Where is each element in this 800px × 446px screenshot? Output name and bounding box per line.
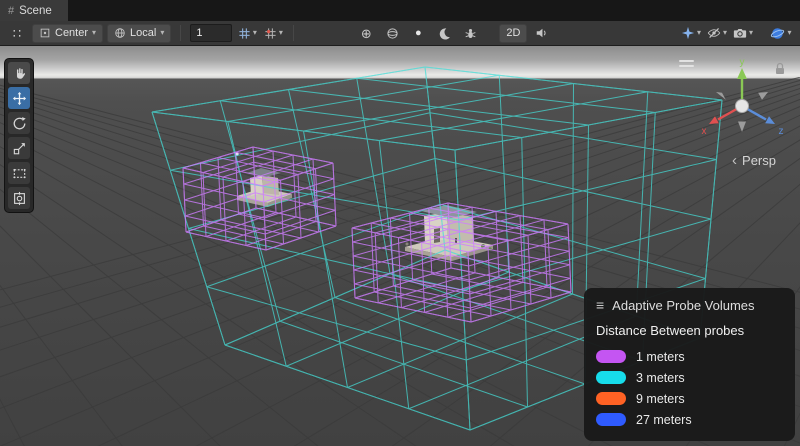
overlay-handle-bar [679, 60, 694, 62]
axis-x-cone[interactable] [709, 116, 719, 124]
legend-label-3m: 3 meters [636, 371, 685, 385]
bug-icon [464, 27, 477, 40]
legend-swatch-9m [596, 392, 626, 405]
dropdown-caret-icon: ▾ [253, 29, 257, 37]
filled-circle-icon: ● [415, 28, 422, 39]
tool-column [4, 58, 34, 213]
chevron-left-icon: ‹ [732, 152, 737, 169]
prop-rock [406, 243, 409, 246]
legend-swatch-1m [596, 350, 626, 363]
legend-row: 3 meters [596, 367, 783, 388]
apv-legend-panel: ≡ Adaptive Probe Volumes Distance Betwee… [584, 288, 795, 441]
legend-label-9m: 9 meters [636, 392, 685, 406]
tool-settings-icon: ∷ [13, 27, 21, 40]
dropdown-caret-icon: ▾ [160, 29, 164, 37]
increment-snap-icon [264, 27, 277, 40]
skybox-toggle[interactable] [381, 23, 403, 43]
projection-label: Persp [742, 153, 776, 168]
unity-scene-view: # Scene ∷ Center ▾ Local ▾ ▾ ▾ [0, 0, 800, 446]
increment-snap-dropdown[interactable]: ▾ [262, 23, 284, 43]
mode-2d-button[interactable]: 2D [499, 24, 527, 43]
rect-tool-icon [12, 166, 27, 181]
overlay-handle-bar [679, 65, 694, 67]
crescent-moon-icon [438, 27, 451, 40]
dropdown-caret-icon: ▾ [697, 29, 701, 37]
dropdown-caret-icon: ▾ [723, 29, 727, 37]
camera-icon [733, 26, 747, 40]
lock-icon[interactable] [774, 62, 786, 75]
sparkle-effects-icon [681, 26, 695, 40]
pivot-mode-label: Center [55, 27, 88, 39]
tool-transform-button[interactable] [8, 187, 30, 209]
tool-rotate-button[interactable] [8, 112, 30, 134]
axis-z-cone[interactable] [765, 116, 775, 124]
camera-settings-dropdown[interactable]: ▾ [732, 23, 754, 43]
scene-tab-icon: # [8, 5, 14, 17]
toolbar-separator [180, 25, 181, 41]
grid-snap-dropdown[interactable]: ▾ [236, 23, 258, 43]
speaker-icon [535, 26, 549, 40]
hamburger-icon: ≡ [596, 297, 604, 313]
tool-hand-button[interactable] [8, 62, 30, 84]
orientation-label: Local [130, 27, 156, 39]
pivot-mode-dropdown[interactable]: Center ▾ [32, 24, 103, 43]
tool-settings-button[interactable]: ∷ [6, 23, 28, 43]
dropdown-caret-icon: ▾ [749, 29, 753, 37]
globe-icon [114, 27, 126, 39]
tool-rect-button[interactable] [8, 162, 30, 184]
transform-icon [12, 191, 27, 206]
legend-label-27m: 27 meters [636, 413, 692, 427]
dropdown-caret-icon: ▾ [787, 29, 791, 37]
render-doc-toggle[interactable]: ⊕ [355, 23, 377, 43]
legend-row: 1 meters [596, 346, 783, 367]
move-icon [12, 91, 27, 106]
tab-scene-label: Scene [19, 5, 52, 17]
hand-icon [12, 66, 27, 81]
dropdown-caret-icon: ▾ [92, 29, 96, 37]
apv-legend-header[interactable]: ≡ Adaptive Probe Volumes [596, 297, 783, 313]
apv-legend-title: Adaptive Probe Volumes [612, 298, 754, 313]
projection-toggle[interactable]: ‹ Persp [732, 152, 776, 169]
axis-z-label: z [779, 126, 784, 137]
scene-toolbar: ∷ Center ▾ Local ▾ ▾ ▾ ⊕ [0, 21, 800, 46]
pivot-icon [39, 27, 51, 39]
legend-swatch-27m [596, 413, 626, 426]
gizmo-sphere-icon [770, 26, 785, 41]
tab-strip: # Scene [0, 0, 800, 21]
tab-scene[interactable]: # Scene [0, 0, 68, 21]
axis-y-cone[interactable] [737, 68, 747, 79]
lighting-toggle[interactable]: ● [407, 23, 429, 43]
crosshair-circle-icon: ⊕ [361, 27, 372, 40]
legend-row: 9 meters [596, 388, 783, 409]
axis-x-label: x [702, 126, 707, 137]
apv-legend-subtitle: Distance Between probes [596, 323, 783, 338]
tool-scale-button[interactable] [8, 137, 30, 159]
gizmo-center-cube[interactable] [736, 100, 749, 113]
scale-icon [12, 141, 27, 156]
scene-viewport[interactable]: y x z ‹ Persp ≡ Adaptive Probe Volumes D… [0, 46, 800, 446]
toolbar-separator [293, 25, 294, 41]
orientation-dropdown[interactable]: Local ▾ [107, 24, 171, 43]
dropdown-caret-icon: ▾ [279, 29, 283, 37]
wire-sphere-icon [386, 27, 399, 40]
legend-swatch-3m [596, 371, 626, 384]
overlay-menu-handle[interactable] [677, 58, 696, 69]
rotate-icon [12, 116, 27, 131]
axis-y-label: y [740, 57, 745, 68]
legend-row: 27 meters [596, 409, 783, 430]
audio-toggle[interactable] [531, 23, 553, 43]
night-mode-toggle[interactable] [433, 23, 455, 43]
eye-slash-icon [707, 26, 721, 40]
effects-dropdown[interactable]: ▾ [680, 23, 702, 43]
scene-visibility-dropdown[interactable]: ▾ [706, 23, 728, 43]
tool-move-button[interactable] [8, 87, 30, 109]
legend-label-1m: 1 meters [636, 350, 685, 364]
debug-toggle[interactable] [459, 23, 481, 43]
mode-2d-label: 2D [506, 27, 520, 39]
gizmos-dropdown[interactable]: ▾ [770, 23, 792, 43]
grid-snap-icon [238, 27, 251, 40]
grid-size-field[interactable] [190, 24, 232, 42]
